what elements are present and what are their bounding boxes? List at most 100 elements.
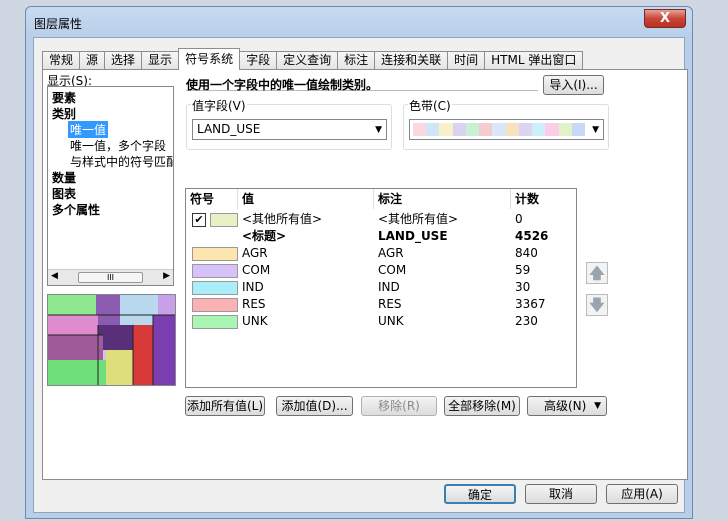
symbol-swatch[interactable] xyxy=(192,298,238,312)
tab-0[interactable]: 常规 xyxy=(42,51,81,70)
value-table[interactable]: 符号 值 标注 计数 ✔ <其他所有值> <其他所有值> 0 <标题> LAND_USE 4… xyxy=(185,188,577,388)
cell-count: 59 xyxy=(515,263,531,277)
tab-6[interactable]: 定义查询 xyxy=(276,51,339,70)
dialog-client: 常规源选择 显示 符号系统 字段 定义查询 标注 连接和关联 时间 HTML 弹出窗口 显示(S… xyxy=(33,37,688,513)
cell-value: RES xyxy=(242,297,266,311)
ramp-color-5 xyxy=(479,123,493,136)
window-title: 图层属性 xyxy=(34,17,83,31)
column-header-value[interactable]: 值 xyxy=(238,189,374,209)
ok-button[interactable]: 确定 xyxy=(444,484,516,504)
column-header-count[interactable]: 计数 xyxy=(511,189,576,209)
cell-label: AGR xyxy=(378,246,404,260)
cell-label: UNK xyxy=(378,314,404,328)
add-all-values-button[interactable]: 添加所有值(L) xyxy=(185,396,265,416)
tree-item-charts[interactable]: 图表 xyxy=(52,185,76,202)
symbol-swatch[interactable] xyxy=(192,264,238,278)
tree-item-unique-values-many-fields[interactable]: 唯一值，多个字段 xyxy=(70,137,166,154)
ramp-color-2 xyxy=(439,123,453,136)
tab-8[interactable]: 连接和关联 xyxy=(374,51,449,70)
import-button[interactable]: 导入(I)... xyxy=(543,75,604,95)
cell-count: 0 xyxy=(515,212,523,226)
move-up-button[interactable]: 🡅 xyxy=(586,262,608,284)
cell-count: 30 xyxy=(515,280,531,294)
cell-count: 840 xyxy=(515,246,538,260)
tree-item-features[interactable]: 要素 xyxy=(52,89,76,106)
color-ramp-swatch xyxy=(413,123,586,136)
tab-5[interactable]: 字段 xyxy=(239,51,278,70)
ramp-color-3 xyxy=(452,123,466,136)
advanced-label: 高级(N) xyxy=(544,399,587,413)
title-bar[interactable]: 图层属性 X xyxy=(26,7,692,37)
tab-2[interactable]: 选择 xyxy=(104,51,143,70)
cell-label: COM xyxy=(378,263,407,277)
ramp-color-8 xyxy=(518,123,533,136)
color-ramp-label: 色带(C) xyxy=(408,97,452,114)
cell-label: LAND_USE xyxy=(378,229,448,243)
ramp-color-6 xyxy=(492,123,506,136)
value-field-label: 值字段(V) xyxy=(191,97,247,114)
cell-value: <其他所有值> xyxy=(242,212,323,226)
tree-item-quantities[interactable]: 数量 xyxy=(52,169,76,186)
symbol-swatch[interactable] xyxy=(192,281,238,295)
visible-checkbox[interactable]: ✔ xyxy=(192,213,206,227)
color-ramp-combo[interactable]: ▼ xyxy=(409,119,604,140)
close-button[interactable]: X xyxy=(644,9,686,28)
ramp-color-12 xyxy=(571,123,586,136)
tab-9[interactable]: 时间 xyxy=(447,51,486,70)
cancel-button[interactable]: 取消 xyxy=(525,484,597,504)
tree-item-categories[interactable]: 类别 xyxy=(52,105,76,122)
advanced-button[interactable]: 高级(N) ▼ xyxy=(527,396,607,416)
value-field-combo[interactable]: LAND_USE ▼ xyxy=(192,119,387,140)
tab-1[interactable]: 源 xyxy=(79,51,106,70)
column-header-symbol[interactable]: 符号 xyxy=(186,189,238,209)
cell-value: IND xyxy=(242,280,264,294)
show-tree[interactable]: 要素 类别 唯一值 唯一值，多个字段 与样式中的符号匹配 数量 图表 多个属性 … xyxy=(47,86,174,286)
symbol-swatch[interactable] xyxy=(192,315,238,329)
ramp-color-9 xyxy=(532,123,546,136)
ramp-color-0 xyxy=(413,123,427,136)
ramp-color-7 xyxy=(505,123,519,136)
add-values-button[interactable]: 添加值(D)... xyxy=(276,396,353,416)
tree-item-match-style[interactable]: 与样式中的符号匹配 xyxy=(70,153,173,170)
arrow-down-icon: 🡇 xyxy=(589,296,605,314)
tab-4[interactable]: 符号系统 xyxy=(178,48,241,70)
layer-properties-dialog: 图层属性 X 常规源选择 显示 符号系统 字段 定义查询 标注 连接和关联 时间 HTML 弹出… xyxy=(25,6,693,519)
tree-item-multiple-attributes[interactable]: 多个属性 xyxy=(52,201,100,218)
cell-value: COM xyxy=(242,263,271,277)
ramp-color-4 xyxy=(465,123,480,136)
cell-label: <其他所有值> xyxy=(378,212,459,226)
cell-count: 4526 xyxy=(515,229,549,243)
chevron-down-icon: ▼ xyxy=(594,401,601,411)
symbol-swatch[interactable] xyxy=(192,247,238,261)
tab-3[interactable]: 显示 xyxy=(141,51,180,70)
map-preview-image xyxy=(48,295,175,385)
cell-value: AGR xyxy=(242,246,268,260)
cell-count: 3367 xyxy=(515,297,546,311)
cell-value: <标题> xyxy=(242,229,287,243)
arrow-up-icon: 🡅 xyxy=(589,264,605,282)
scroll-left-icon[interactable]: ◀ xyxy=(51,271,58,281)
tab-7[interactable]: 标注 xyxy=(337,51,376,70)
map-preview xyxy=(47,294,176,386)
move-down-button[interactable]: 🡇 xyxy=(586,294,608,316)
renderer-description: 使用一个字段中的唯一值绘制类别。 xyxy=(186,76,538,92)
column-header-label[interactable]: 标注 xyxy=(374,189,511,209)
remove-all-button[interactable]: 全部移除(M) xyxy=(444,396,520,416)
tab-10[interactable]: HTML 弹出窗口 xyxy=(484,51,584,70)
chevron-down-icon[interactable]: ▼ xyxy=(592,121,599,140)
cell-label: IND xyxy=(378,280,400,294)
apply-button[interactable]: 应用(A) xyxy=(606,484,678,504)
tree-item-unique-values[interactable]: 唯一值 xyxy=(68,121,109,138)
remove-button[interactable]: 移除(R) xyxy=(361,396,437,416)
chevron-down-icon[interactable]: ▼ xyxy=(375,121,382,140)
value-field-value: LAND_USE xyxy=(197,122,261,136)
cell-count: 230 xyxy=(515,314,538,328)
ramp-color-10 xyxy=(545,123,559,136)
tree-horizontal-scrollbar[interactable]: ◀ III ▶ xyxy=(48,269,173,285)
ramp-color-1 xyxy=(426,123,440,136)
scroll-right-icon[interactable]: ▶ xyxy=(163,271,170,281)
cell-value: UNK xyxy=(242,314,268,328)
ramp-color-11 xyxy=(558,123,572,136)
symbol-swatch[interactable] xyxy=(210,213,238,227)
scroll-thumb[interactable]: III xyxy=(78,272,143,283)
